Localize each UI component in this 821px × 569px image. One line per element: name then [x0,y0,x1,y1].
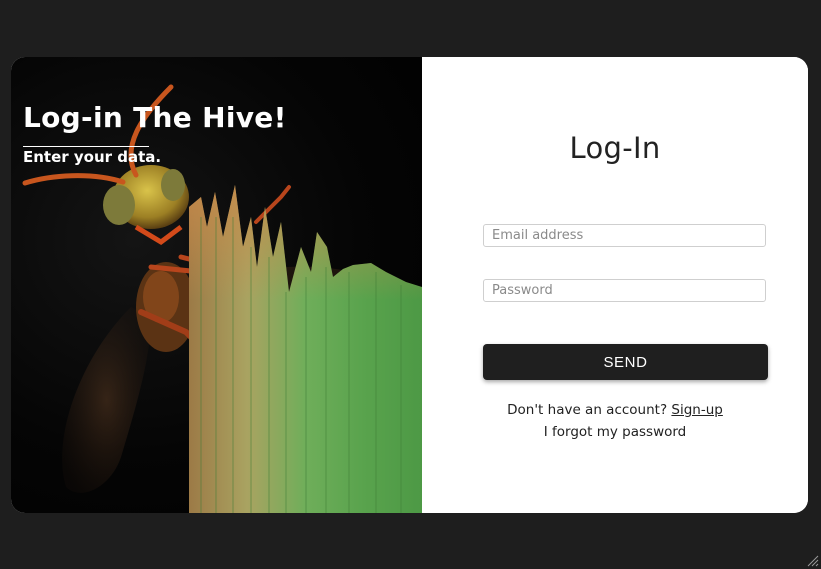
forgot-password-line: I forgot my password [422,424,808,440]
form-title: Log-In [569,131,661,165]
email-field[interactable] [483,224,766,247]
forgot-password-link[interactable]: I forgot my password [544,424,687,440]
send-button[interactable]: SEND [483,344,768,380]
login-form-panel: Log-In SEND Don't have an account? Sign-… [422,57,808,513]
signup-prompt-text: Don't have an account? [507,402,672,418]
signup-prompt-line: Don't have an account? Sign-up [422,402,808,418]
hero-title: Log-in The Hive! [23,101,287,134]
hero-divider [23,146,149,147]
hero-panel: Log-in The Hive! Enter your data. [11,57,422,513]
password-field[interactable] [483,279,766,302]
resize-grip-icon[interactable] [805,553,819,567]
hero-subtitle: Enter your data. [23,148,162,166]
login-card: Log-in The Hive! Enter your data. Log-In… [11,57,808,513]
signup-link[interactable]: Sign-up [671,402,722,418]
